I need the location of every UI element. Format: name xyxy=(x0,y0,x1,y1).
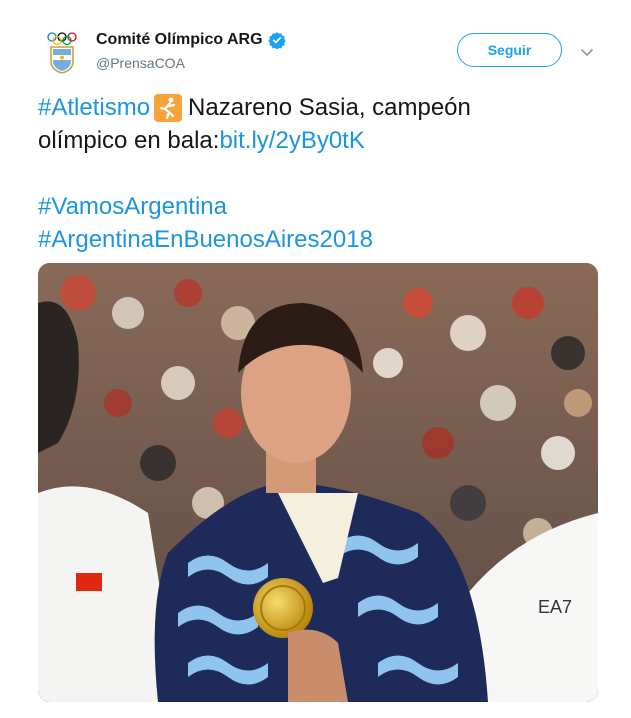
tweet-text-part1: Nazareno Sasia, campeón xyxy=(188,94,471,121)
tweet-text: #Atletismo Nazareno Sasia, campeón olímp… xyxy=(38,91,598,256)
author-avatar[interactable] xyxy=(38,28,86,76)
verified-badge-icon xyxy=(267,31,286,49)
author-name-text[interactable]: Comité Olímpico ARG xyxy=(96,31,263,49)
athletics-shot-put-emoji xyxy=(154,93,183,122)
tweet-text-part2: olímpico en bala: xyxy=(38,127,220,154)
author-name[interactable]: Comité Olímpico ARG xyxy=(96,31,286,49)
tweet-line-4: #ArgentinaEnBuenosAires2018 xyxy=(38,223,598,256)
tweet-link[interactable]: bit.ly/2yBy0tK xyxy=(219,124,364,157)
hashtag-vamosargentina[interactable]: #VamosArgentina xyxy=(38,190,227,223)
tweet-photo[interactable]: EA7 xyxy=(38,263,598,702)
tweet-line-3: #VamosArgentina xyxy=(38,190,598,223)
hashtag-atletismo[interactable]: #Atletismo xyxy=(38,91,150,124)
tweet-spacer xyxy=(38,157,598,190)
tweet-line-1: #Atletismo Nazareno Sasia, campeón xyxy=(38,91,598,124)
author-handle[interactable]: @PrensaCOA xyxy=(96,55,185,71)
coa-logo-icon xyxy=(47,32,77,74)
svg-text:EA7: EA7 xyxy=(538,597,572,617)
follow-button[interactable]: Seguir xyxy=(457,33,562,67)
tweet-line-2: olímpico en bala: bit.ly/2yBy0tK xyxy=(38,124,598,157)
chevron-down-icon[interactable] xyxy=(579,44,595,60)
hashtag-argentinaenbuenosaires[interactable]: #ArgentinaEnBuenosAires2018 xyxy=(38,223,373,256)
athlete-gold-medal-photo: EA7 xyxy=(38,263,598,702)
